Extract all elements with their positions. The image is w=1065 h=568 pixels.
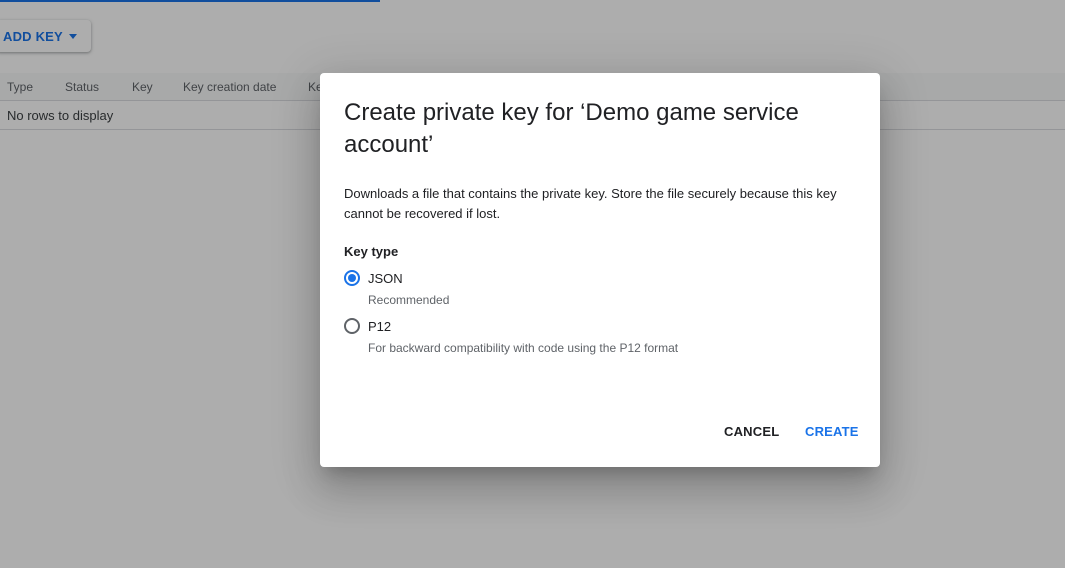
radio-option-json[interactable]: JSON: [344, 268, 403, 288]
page: ADD KEY Type Status Key Key creation dat…: [0, 0, 1065, 568]
radio-label-p12: P12: [368, 318, 392, 334]
dialog-description: Downloads a file that contains the priva…: [344, 186, 837, 221]
radio-unchecked-icon[interactable]: [344, 318, 360, 334]
cancel-button[interactable]: CANCEL: [724, 420, 779, 444]
key-type-label: Key type: [344, 244, 399, 259]
create-private-key-dialog: Create private key for ‘Demo game servic…: [320, 73, 880, 467]
radio-label-json: JSON: [368, 270, 403, 286]
radio-option-p12[interactable]: P12: [344, 316, 391, 336]
radio-checked-icon[interactable]: [344, 270, 360, 286]
dialog-title: Create private key for ‘Demo game servic…: [344, 99, 799, 158]
create-button[interactable]: CREATE: [805, 420, 859, 444]
radio-sublabel-p12: For backward compatibility with code usi…: [368, 341, 679, 355]
radio-sublabel-json: Recommended: [368, 293, 450, 307]
